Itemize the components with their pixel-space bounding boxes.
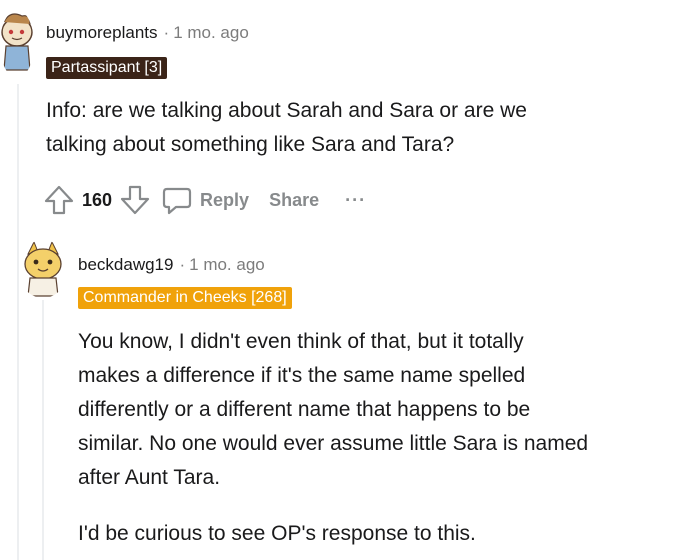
snoo-avatar-icon — [24, 240, 62, 297]
downvote-button[interactable] — [120, 184, 150, 216]
more-dots-icon: ··· — [345, 189, 367, 210]
user-flair: Partassipant [3] — [46, 57, 168, 79]
snoo-avatar-icon — [1, 13, 33, 71]
reply-button[interactable]: Reply — [162, 185, 249, 215]
comment-line: differently or a different name that hap… — [78, 398, 531, 421]
comment-body: You know, I didn't even think of that, b… — [78, 325, 693, 551]
comment-line: makes a difference if it's the same name… — [78, 364, 526, 387]
avatar[interactable] — [0, 10, 34, 78]
vote-count: 160 — [82, 189, 113, 210]
comment-body: Info: are we talking about Sarah and Sar… — [46, 94, 686, 162]
comment-header: buymoreplants · 1 mo. ago — [46, 23, 249, 43]
username-link[interactable]: beckdawg19 — [78, 255, 173, 274]
thread-line-child[interactable] — [42, 300, 44, 560]
reply-label: Reply — [200, 189, 250, 210]
username-link[interactable]: buymoreplants — [46, 23, 158, 42]
vote-group: 160 — [44, 184, 150, 216]
thread-line-parent[interactable] — [17, 84, 19, 560]
timestamp[interactable]: 1 mo. ago — [189, 255, 265, 274]
comment-line: after Aunt Tara. — [78, 466, 221, 489]
upvote-button[interactable] — [44, 184, 74, 216]
speech-bubble-icon — [162, 187, 192, 215]
separator-dot: · — [179, 255, 186, 274]
user-flair: Commander in Cheeks [268] — [78, 287, 292, 309]
comment-line: You know, I didn't even think of that, b… — [78, 330, 524, 353]
more-options-button[interactable]: ··· — [345, 190, 366, 211]
separator-dot: · — [163, 23, 170, 42]
arrow-down-icon — [120, 185, 150, 215]
comment-actions: 160 Reply Share ··· — [44, 180, 366, 220]
share-button[interactable]: Share — [269, 190, 319, 211]
timestamp[interactable]: 1 mo. ago — [173, 23, 249, 42]
comment-paragraph: I'd be curious to see OP's response to t… — [78, 522, 476, 545]
arrow-up-icon — [44, 185, 74, 215]
comment-line: Info: are we talking about Sarah and Sar… — [46, 99, 527, 122]
avatar[interactable] — [18, 240, 68, 298]
comment-line: talking about something like Sara and Ta… — [46, 133, 455, 156]
comment-line: similar. No one would ever assume little… — [78, 432, 589, 455]
share-label: Share — [269, 189, 320, 210]
comment-header: beckdawg19 · 1 mo. ago — [78, 255, 265, 275]
